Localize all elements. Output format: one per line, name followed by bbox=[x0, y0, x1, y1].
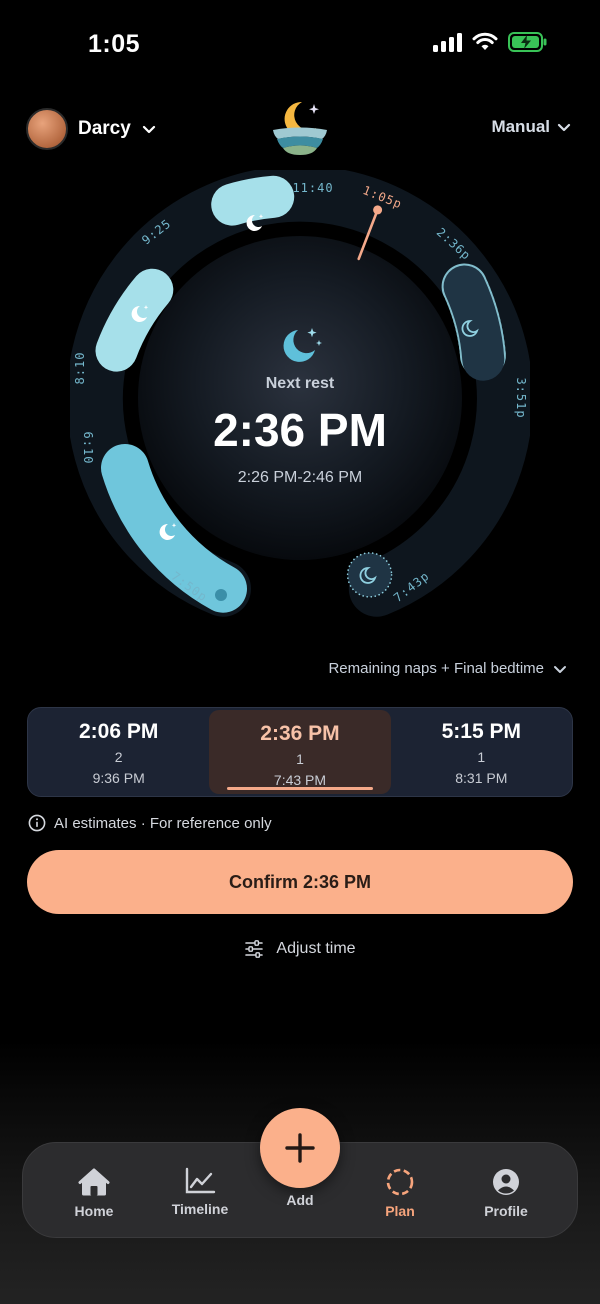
confirm-button[interactable]: Confirm 2:36 PM bbox=[27, 850, 573, 914]
chevron-down-icon bbox=[554, 665, 566, 673]
past-nap-segment[interactable] bbox=[211, 175, 295, 226]
option-bedtime: 8:31 PM bbox=[455, 770, 508, 786]
tab-profile[interactable]: Profile bbox=[461, 1167, 551, 1219]
nap-option-selected[interactable]: 2:36 PM 1 7:43 PM bbox=[209, 710, 391, 794]
mode-selector[interactable]: Manual bbox=[491, 117, 572, 137]
moon-nest-logo bbox=[273, 101, 327, 155]
chart-line-icon bbox=[185, 1167, 216, 1194]
tab-home[interactable]: Home bbox=[49, 1167, 139, 1219]
sleep-clock: Next rest 2:36 PM 2:26 PM-2:46 PM 11:40 … bbox=[70, 170, 530, 617]
adjust-time-label: Adjust time bbox=[276, 940, 356, 957]
info-icon bbox=[28, 814, 46, 832]
option-nap-count: 1 bbox=[477, 749, 486, 765]
tab-profile-label: Profile bbox=[484, 1203, 528, 1219]
estimate-note-text: AI estimates · For reference only bbox=[54, 814, 272, 832]
profile-switcher[interactable]: Darcy bbox=[26, 108, 157, 150]
nap-option[interactable]: 5:15 PM 1 8:31 PM bbox=[391, 708, 572, 796]
status-icons bbox=[433, 32, 548, 52]
chevron-down-icon bbox=[142, 125, 155, 134]
selected-indicator bbox=[227, 787, 373, 790]
option-nap-count: 2 bbox=[114, 749, 123, 765]
wifi-icon bbox=[472, 32, 498, 50]
next-rest-range: 2:26 PM-2:46 PM bbox=[238, 469, 363, 486]
option-nap-count: 1 bbox=[296, 751, 304, 767]
now-marker-dot bbox=[373, 205, 383, 215]
tick-label: 3:51p bbox=[514, 377, 528, 418]
home-icon bbox=[78, 1168, 110, 1196]
tab-timeline[interactable]: Timeline bbox=[155, 1167, 245, 1217]
next-rest-label: Next rest bbox=[266, 375, 335, 392]
profile-icon bbox=[493, 1169, 519, 1195]
tick-label: 6:10 bbox=[81, 432, 95, 465]
tab-home-label: Home bbox=[74, 1203, 114, 1219]
past-nap-segment[interactable] bbox=[95, 268, 174, 372]
option-time: 2:06 PM bbox=[78, 720, 159, 743]
adjust-time-button[interactable]: Adjust time bbox=[0, 940, 600, 958]
app-screen: 1:05 Darcy Manual Next rest 2:36 PM 2:26… bbox=[0, 0, 600, 1304]
remaining-naps-label: Remaining naps + Final bedtime bbox=[328, 660, 544, 677]
planned-bedtime-marker[interactable] bbox=[346, 552, 393, 598]
tab-timeline-label: Timeline bbox=[171, 1201, 229, 1217]
tick-label: 8:10 bbox=[73, 352, 87, 385]
tick-label: 11:40 bbox=[292, 181, 333, 195]
next-rest-time: 2:36 PM bbox=[213, 404, 387, 456]
option-time: 5:15 PM bbox=[441, 720, 521, 743]
plus-icon bbox=[285, 1133, 315, 1163]
cellular-signal-icon bbox=[433, 32, 462, 52]
estimate-note: AI estimates · For reference only bbox=[28, 814, 272, 832]
option-bedtime: 9:36 PM bbox=[92, 770, 145, 786]
tab-plan-label: Plan bbox=[385, 1203, 415, 1219]
avatar bbox=[26, 108, 68, 150]
chevron-down-icon bbox=[557, 123, 571, 132]
tab-plan[interactable]: Plan bbox=[355, 1167, 445, 1219]
profile-name: Darcy bbox=[78, 118, 131, 139]
remaining-naps-dropdown[interactable]: Remaining naps + Final bedtime bbox=[328, 660, 568, 677]
option-time: 2:36 PM bbox=[260, 722, 340, 745]
sliders-icon bbox=[245, 940, 264, 958]
clock-center bbox=[138, 236, 462, 560]
add-label: Add bbox=[286, 1192, 314, 1208]
dashed-circle-icon bbox=[386, 1168, 414, 1196]
mode-label: Manual bbox=[491, 117, 550, 136]
battery-charging-icon bbox=[508, 32, 547, 52]
add-button[interactable] bbox=[260, 1108, 340, 1188]
nap-option[interactable]: 2:06 PM 2 9:36 PM bbox=[28, 708, 209, 796]
status-time: 1:05 bbox=[88, 30, 141, 58]
option-bedtime: 7:43 PM bbox=[273, 772, 327, 788]
nap-options: 2:06 PM 2 9:36 PM 2:36 PM 1 7:43 PM 5:15… bbox=[27, 707, 573, 797]
wake-marker-dot bbox=[215, 589, 227, 601]
